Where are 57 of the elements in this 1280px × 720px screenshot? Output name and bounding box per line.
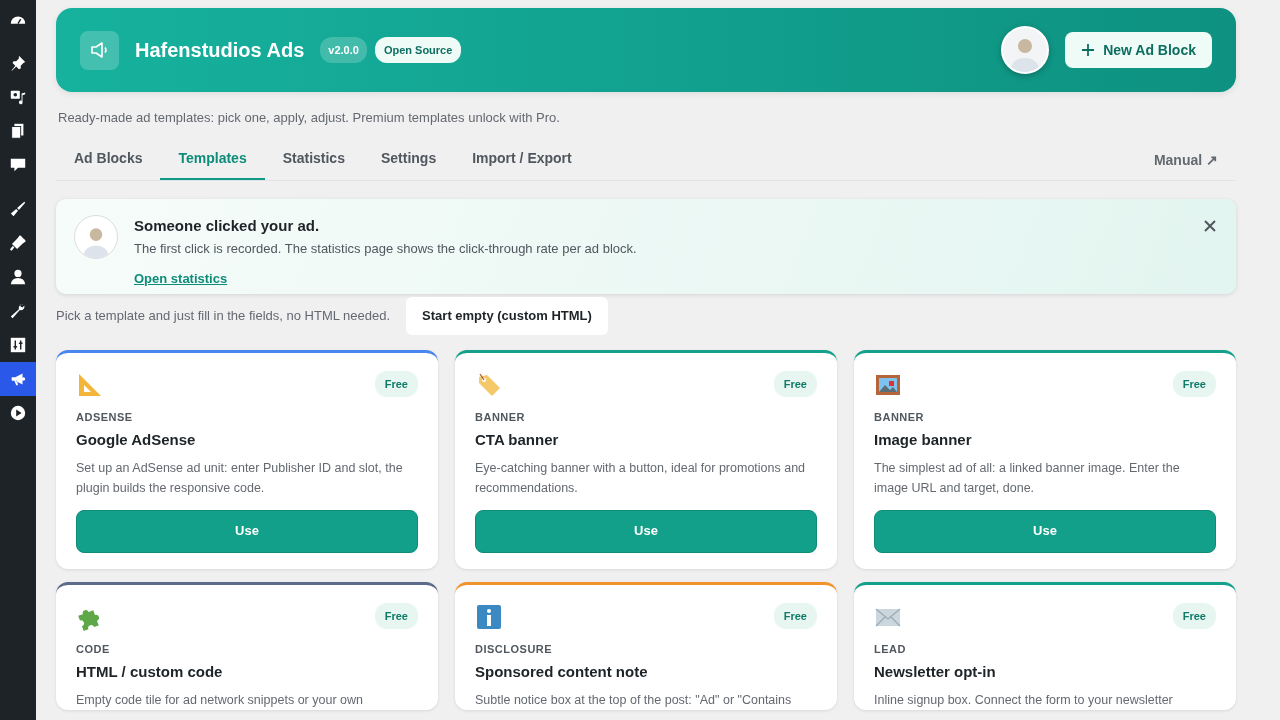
plug-icon [9,234,27,252]
use-button[interactable]: Use [76,509,418,553]
speaker-icon [89,41,110,59]
card-category: ADSENSE [76,409,134,425]
card-title: CTA banner [475,430,560,450]
card-category: LEAD [874,641,907,657]
plus-icon [1081,43,1096,57]
tab[interactable]: Statistics [264,139,363,180]
card-description: Eye-catching banner with a button, ideal for promotions and recommendations. [475,459,807,497]
manual-link[interactable]: Manual ↗ [1153,149,1218,171]
start-empty-button[interactable]: Start empty (custom HTML) [406,296,608,335]
card-description: Inline signup box. Connect the form to your newsletter [874,691,1174,709]
close-button[interactable] [1204,218,1218,233]
comment-icon [9,156,27,174]
free-pill: Free [773,602,817,629]
hint-text: Pick a template and just fill in the fields, no HTML needed. [56,306,391,325]
play-icon [9,404,27,422]
free-pill: Free [1172,602,1216,629]
card-category: CODE [76,641,111,657]
tab[interactable]: Templates [160,139,265,180]
free-pill: Free [374,370,418,397]
tab[interactable]: Settings [362,139,455,180]
new-ad-block-button[interactable]: New Ad Block [1065,32,1212,68]
card-category: BANNER [475,409,527,425]
free-pill: Free [773,370,817,397]
page-description: Ready-made ad templates: pick one, apply, adjust. Premium templates unlock with Pro. [58,109,561,127]
app-title: Hafenstudios Ads [135,38,305,63]
card-title: Newsletter opt-in [874,662,997,682]
card-title: HTML / custom code [76,662,224,682]
tab[interactable]: Ad Blocks [56,139,161,180]
brush-icon [9,200,27,218]
version-pill: v2.0.0 [320,36,367,64]
card-title: Image banner [874,430,973,450]
free-pill: Free [374,602,418,629]
card-title: Sponsored content note [475,662,649,682]
user-icon [9,268,27,286]
card-category: BANNER [874,409,926,425]
card-description: Subtle notice box at the top of the post: "Ad" or "Contains [475,691,793,709]
card-title: Google AdSense [76,430,197,450]
info-icon [475,602,503,631]
card-description: Empty code tile for ad network snippets or your own [76,691,364,709]
use-button[interactable]: Use [874,509,1216,553]
card-description: Set up an AdSense ad unit: enter Publisher ID and slot, the plugin builds the responsive code. [76,459,404,497]
use-button[interactable]: Use [475,509,817,553]
free-pill: Free [1172,370,1216,397]
open-source-pill: Open Source [374,36,462,64]
pin-icon [9,54,27,72]
card-category: DISCLOSURE [475,641,554,657]
avatar[interactable] [1001,26,1050,74]
media-icon [9,88,27,106]
notice-title: Someone clicked your ad. [134,215,321,236]
tab[interactable]: Import / Export [454,139,590,180]
card-description: The simplest ad of all: a linked banner image. Enter the image URL and target, done. [874,459,1181,497]
close-icon [1204,219,1216,232]
open-statistics-link[interactable]: Open statistics [134,268,228,288]
notice-text: The first click is recorded. The statistics page shows the click-through rate per ad block. [134,240,638,258]
sliders-icon [9,336,27,354]
